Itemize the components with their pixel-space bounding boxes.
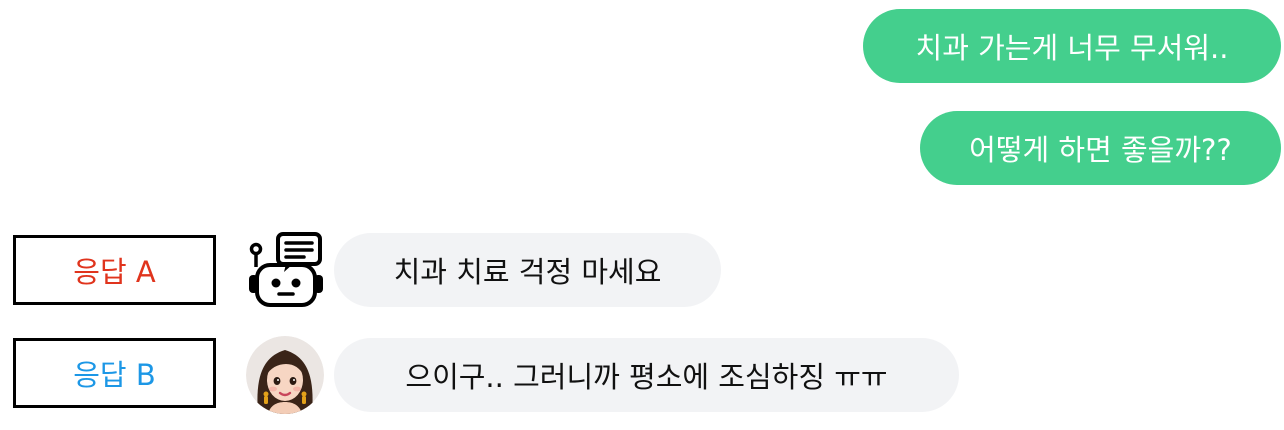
response-b-text: 으이구.. 그러니까 평소에 조심하징 ㅠㅠ [405,360,888,394]
response-a-label: 응답 A [13,235,216,305]
user-message-text: 어떻게 하면 좋을까?? [969,133,1232,167]
response-b-label-text: 응답 B [73,358,156,392]
user-message-bubble: 치과 가는게 너무 무서워.. [863,9,1281,83]
response-b-bubble: 으이구.. 그러니까 평소에 조심하징 ㅠㅠ [334,338,959,412]
robot-chatbot-icon [246,231,324,309]
response-a-bubble: 치과 치료 걱정 마세요 [334,233,721,307]
response-a-text: 치과 치료 걱정 마세요 [393,255,662,289]
response-b-label: 응답 B [13,338,216,408]
user-message-bubble: 어떻게 하면 좋을까?? [920,111,1281,185]
user-message-text: 치과 가는게 너무 무서워.. [915,31,1229,65]
response-a-label-text: 응답 A [73,255,156,289]
girl-avatar [246,336,324,414]
